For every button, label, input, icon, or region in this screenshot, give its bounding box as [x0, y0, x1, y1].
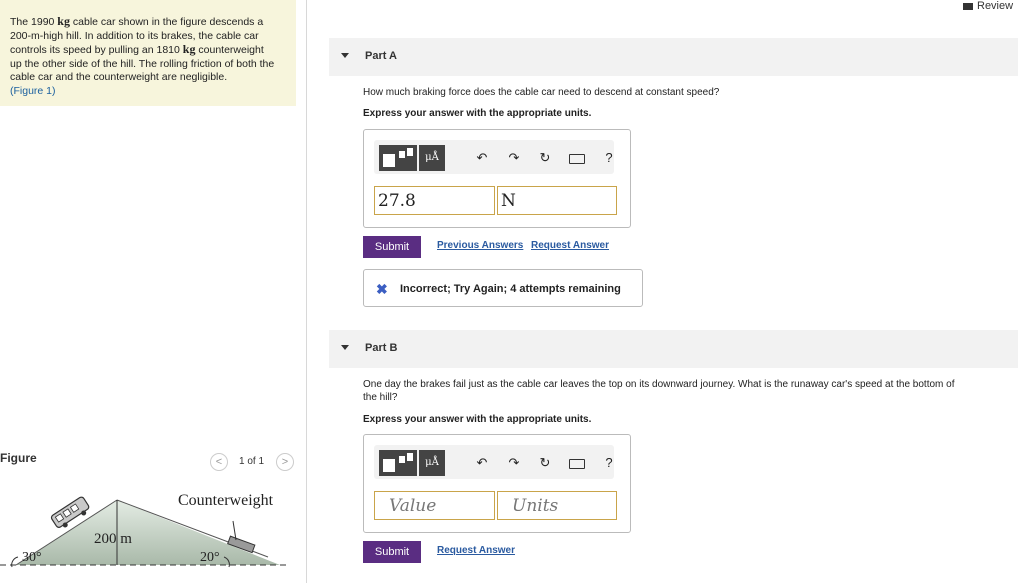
units-input[interactable]: N — [497, 186, 617, 215]
part-a-answer-box: μÅ ↶ ↷ ↻ ? 27.8 N — [363, 129, 631, 228]
templates-icon[interactable] — [379, 450, 417, 476]
part-a-title: Part A — [365, 50, 397, 62]
feedback-message: Incorrect; Try Again; 4 attempts remaini… — [400, 283, 621, 295]
x-mark-icon: ✖ — [376, 281, 388, 297]
units-symbol-button[interactable]: μÅ — [419, 450, 445, 476]
review-label: Review — [977, 0, 1014, 12]
cable-car-figure: Counterweight 200 m 30° 20° — [0, 492, 290, 568]
keyboard-icon[interactable] — [569, 459, 585, 469]
previous-answers-link[interactable]: Previous Answers — [437, 240, 523, 251]
book-icon — [963, 2, 973, 10]
problem-text-line: controls its speed by pulling an 1810 — [10, 44, 183, 56]
problem-text-line: counterweight — [195, 44, 264, 56]
keyboard-icon[interactable] — [569, 154, 585, 164]
value-input[interactable]: Value — [374, 491, 495, 520]
units-symbol-button[interactable]: μÅ — [419, 145, 445, 171]
figure-link[interactable]: (Figure 1) — [10, 85, 56, 97]
part-b-submit-button[interactable]: Submit — [363, 541, 421, 563]
redo-icon[interactable]: ↷ — [504, 453, 524, 473]
left-angle-label: 30° — [22, 550, 42, 565]
redo-icon[interactable]: ↷ — [504, 148, 524, 168]
part-b-question-line: the hill? — [363, 392, 398, 403]
unit-kg: kg — [182, 42, 196, 56]
previous-figure-button[interactable]: < — [210, 453, 228, 471]
unit-kg: kg — [57, 14, 70, 28]
height-label: 200 m — [94, 531, 132, 547]
reset-icon[interactable]: ↻ — [535, 453, 555, 473]
part-b-request-answer-link[interactable]: Request Answer — [437, 545, 515, 556]
right-angle-label: 20° — [200, 550, 220, 565]
value-input[interactable]: 27.8 — [374, 186, 495, 215]
part-b-header[interactable]: Part B — [329, 330, 1018, 368]
undo-icon[interactable]: ↶ — [472, 148, 492, 168]
panel-divider — [306, 0, 307, 583]
part-b-question: One day the brakes fail just as the cabl… — [363, 378, 1013, 404]
collapse-triangle-icon[interactable] — [341, 345, 349, 350]
units-input[interactable]: Units — [497, 491, 617, 520]
help-icon[interactable]: ? — [599, 148, 619, 168]
feedback-box: ✖ Incorrect; Try Again; 4 attempts remai… — [363, 269, 643, 307]
next-figure-button[interactable]: > — [276, 453, 294, 471]
problem-text-line: cable car shown in the figure descends a — [69, 16, 264, 28]
part-b-answer-box: μÅ ↶ ↷ ↻ ? Value Units — [363, 434, 631, 533]
part-a-instruction: Express your answer with the appropriate… — [363, 108, 592, 119]
part-a-submit-button[interactable]: Submit — [363, 236, 421, 258]
hill-shape — [16, 500, 280, 565]
problem-text-line: 200-m-high hill. In addition to its brak… — [10, 29, 259, 42]
templates-icon[interactable] — [379, 145, 417, 171]
part-b-question-line: One day the brakes fail just as the cabl… — [363, 379, 955, 390]
problem-text-line: The 1990 — [10, 16, 58, 28]
counterweight-label: Counterweight — [178, 492, 274, 509]
math-toolbar: μÅ ↶ ↷ ↻ ? — [374, 445, 614, 479]
problem-text-line: up the other side of the hill. The rolli… — [10, 57, 275, 70]
math-toolbar: μÅ ↶ ↷ ↻ ? — [374, 140, 614, 174]
problem-text-line: cable car and the counterweight are negl… — [10, 71, 228, 83]
undo-icon[interactable]: ↶ — [472, 453, 492, 473]
figure-page-count: 1 of 1 — [239, 456, 265, 467]
part-a-request-answer-link[interactable]: Request Answer — [531, 240, 609, 251]
problem-statement: The 1990 kg cable car shown in the figur… — [10, 14, 292, 98]
part-b-instruction: Express your answer with the appropriate… — [363, 414, 592, 425]
part-b-title: Part B — [365, 342, 398, 354]
collapse-triangle-icon[interactable] — [341, 53, 349, 58]
part-a-header[interactable]: Part A — [329, 38, 1018, 76]
part-a-question: How much braking force does the cable ca… — [363, 87, 720, 98]
review-link[interactable]: Review — [963, 0, 1013, 12]
figure-label: Figure — [0, 451, 37, 465]
help-icon[interactable]: ? — [599, 453, 619, 473]
reset-icon[interactable]: ↻ — [535, 148, 555, 168]
